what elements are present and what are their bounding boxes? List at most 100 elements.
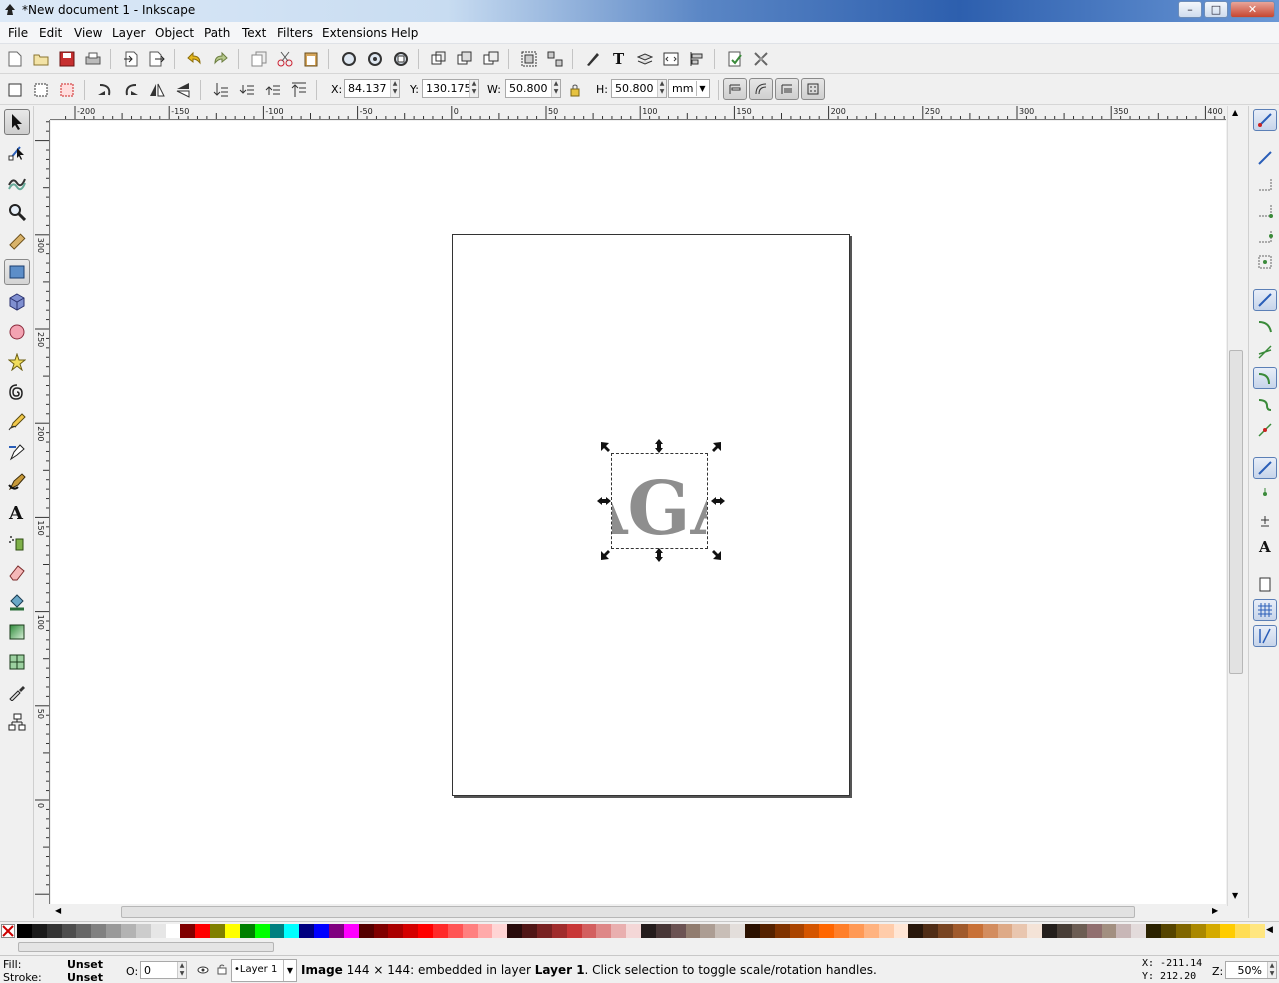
color-swatch[interactable] — [343, 924, 359, 938]
save-icon[interactable] — [58, 50, 76, 68]
color-swatch[interactable] — [388, 924, 404, 938]
color-swatch[interactable] — [150, 924, 166, 938]
color-swatch[interactable] — [1071, 924, 1087, 938]
w-spin-arrows[interactable]: ▲ ▼ — [551, 80, 560, 97]
color-swatch[interactable] — [655, 924, 671, 938]
color-swatch[interactable] — [1012, 924, 1028, 938]
color-swatch[interactable] — [329, 924, 344, 938]
x-spin-arrows[interactable]: ▲ ▼ — [390, 80, 399, 97]
color-swatch[interactable] — [1131, 924, 1147, 938]
snap-bbox-midpoint[interactable] — [1253, 225, 1277, 247]
color-swatch[interactable] — [715, 924, 731, 938]
color-swatch[interactable] — [1205, 924, 1221, 938]
color-swatch[interactable] — [239, 924, 255, 938]
color-swatch[interactable] — [121, 924, 136, 938]
text-tool[interactable]: A — [4, 499, 30, 525]
snap-cusp-nodes[interactable] — [1253, 367, 1277, 389]
horizontal-scrollbar[interactable]: ◀ ▶ — [51, 905, 1226, 920]
snap-bbox-edge[interactable] — [1253, 173, 1277, 195]
snap-others[interactable] — [1253, 457, 1277, 479]
unit-select[interactable]: mm ▼ — [668, 79, 710, 98]
transform-patterns-toggle[interactable] — [801, 78, 825, 100]
dropper-tool[interactable] — [4, 679, 30, 705]
duplicate-icon[interactable] — [430, 50, 448, 68]
pencil-tool[interactable] — [4, 409, 30, 435]
text-font-icon[interactable]: T — [610, 49, 628, 67]
color-swatch[interactable] — [210, 924, 226, 938]
zoom-field[interactable]: 50% ▲ ▼ — [1225, 961, 1277, 979]
spray-tool[interactable] — [4, 529, 30, 555]
color-swatch[interactable] — [373, 924, 389, 938]
color-swatch[interactable] — [180, 924, 196, 938]
select-all-layers-icon[interactable] — [32, 81, 50, 99]
menu-file[interactable]: File — [8, 26, 28, 40]
color-swatch[interactable] — [997, 924, 1013, 938]
color-swatch[interactable] — [31, 924, 47, 938]
menu-filters[interactable]: Filters — [277, 26, 313, 40]
color-swatch[interactable] — [537, 924, 552, 938]
export-icon[interactable] — [148, 50, 166, 68]
snap-bbox[interactable] — [1253, 147, 1277, 169]
color-swatch[interactable] — [1057, 924, 1072, 938]
layer-dropdown[interactable]: •Layer 1 ▼ — [231, 959, 297, 982]
menu-edit[interactable]: Edit — [39, 26, 62, 40]
color-swatch[interactable] — [685, 924, 701, 938]
menu-text[interactable]: Text — [242, 26, 266, 40]
color-swatch[interactable] — [849, 924, 864, 938]
color-swatch[interactable] — [923, 924, 939, 938]
color-swatch[interactable] — [284, 924, 300, 938]
snap-text-baseline[interactable]: A — [1253, 535, 1277, 557]
color-swatch[interactable] — [433, 924, 448, 938]
color-swatch[interactable] — [1161, 924, 1176, 938]
color-swatch[interactable] — [566, 924, 582, 938]
color-swatch[interactable] — [106, 924, 122, 938]
horizontal-ruler[interactable]: -200 -150 -100 -50 0 50 100 150 200 250 300 350 400 — [50, 106, 1226, 120]
color-swatch[interactable] — [670, 924, 686, 938]
color-swatch[interactable] — [195, 924, 211, 938]
color-swatch[interactable] — [225, 924, 240, 938]
zoom-drawing-icon[interactable] — [366, 50, 384, 68]
color-swatch[interactable] — [254, 924, 270, 938]
horizontal-scroll-thumb[interactable] — [121, 906, 1135, 918]
ellipse-tool[interactable] — [4, 319, 30, 345]
scale-stroke-toggle[interactable] — [723, 78, 747, 100]
color-swatch[interactable] — [834, 924, 850, 938]
3d-box-tool[interactable] — [4, 289, 30, 315]
tweak-tool[interactable] — [4, 169, 30, 195]
palette-scrollbar[interactable] — [0, 939, 1279, 955]
flip-horizontal-icon[interactable] — [148, 81, 166, 99]
color-swatch[interactable] — [403, 924, 419, 938]
fill-value[interactable]: Unset — [67, 958, 103, 971]
color-swatch[interactable] — [1101, 924, 1117, 938]
transform-gradients-toggle[interactable] — [775, 78, 799, 100]
color-swatch[interactable] — [462, 924, 478, 938]
selector-tool[interactable] — [4, 109, 30, 135]
y-field[interactable]: 130.175 ▲ ▼ — [422, 79, 479, 98]
snap-bbox-corner[interactable] — [1253, 199, 1277, 221]
pen-tool[interactable] — [4, 439, 30, 465]
w-field[interactable]: 50.800 ▲ ▼ — [505, 79, 561, 98]
color-swatch[interactable] — [1027, 924, 1043, 938]
color-swatch[interactable] — [759, 924, 775, 938]
color-swatch[interactable] — [1042, 924, 1058, 938]
lower-icon[interactable] — [238, 81, 256, 99]
color-swatch[interactable] — [477, 924, 493, 938]
print-icon[interactable] — [84, 50, 102, 68]
menu-object[interactable]: Object — [155, 26, 194, 40]
cut-icon[interactable] — [276, 50, 294, 68]
copy-icon[interactable] — [250, 50, 268, 68]
color-swatch[interactable] — [730, 924, 746, 938]
connector-tool[interactable] — [4, 709, 30, 735]
redo-icon[interactable] — [211, 50, 229, 68]
color-swatch[interactable] — [774, 924, 790, 938]
color-swatch[interactable] — [61, 924, 77, 938]
h-spin-arrows[interactable]: ▲ ▼ — [657, 80, 666, 97]
snap-toggle[interactable] — [1253, 109, 1277, 131]
color-swatch[interactable] — [314, 924, 330, 938]
vertical-scroll-thumb[interactable] — [1229, 350, 1243, 674]
snap-guides[interactable] — [1253, 625, 1277, 647]
menu-layer[interactable]: Layer — [112, 26, 145, 40]
unlink-clone-icon[interactable] — [482, 50, 500, 68]
color-swatch[interactable] — [492, 924, 508, 938]
menu-view[interactable]: View — [74, 26, 102, 40]
